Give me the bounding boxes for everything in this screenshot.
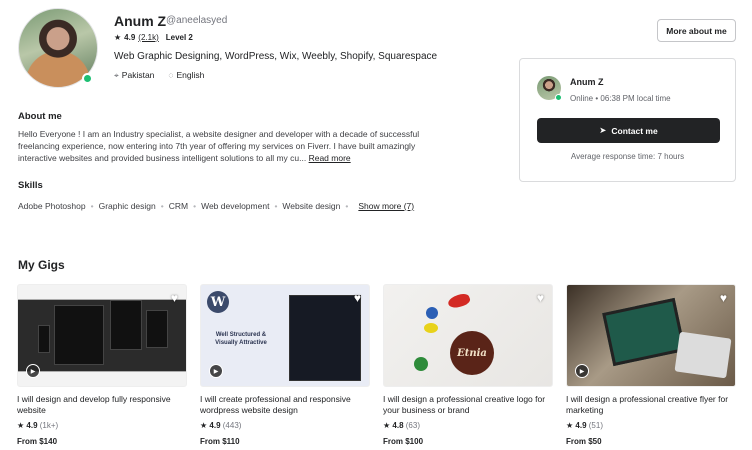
contact-status: Online • 06:38 PM local time (570, 94, 671, 103)
profile-meta: ⌖ Pakistan ◌ English (114, 70, 204, 81)
show-more-skills-link[interactable]: Show more (7) (358, 201, 414, 211)
profile-tagline: Web Graphic Designing, WordPress, Wix, W… (114, 51, 438, 62)
skill-item[interactable]: Graphic design (99, 201, 156, 211)
seller-level: Level 2 (165, 33, 193, 42)
speech-bubble-icon: ◌ (168, 70, 174, 80)
gig-price: From $140 (17, 437, 58, 446)
contact-name: Anum Z (570, 77, 604, 87)
heart-icon[interactable]: ♥ (720, 291, 727, 305)
skills-list: Adobe Photoshop • Graphic design • CRM • We… (18, 201, 414, 211)
thumb-caption: Well Structured & Visually Attractive (215, 332, 267, 346)
star-icon: ★ (200, 421, 208, 430)
gigs-title: My Gigs (18, 258, 65, 272)
skill-item[interactable]: CRM (169, 201, 188, 211)
skills-title: Skills (18, 180, 43, 191)
gig-title[interactable]: I will design and develop fully responsi… (17, 394, 187, 416)
gig-thumbnail[interactable]: ♥ ▶ (566, 284, 736, 387)
gig-title[interactable]: I will design a professional creative fl… (566, 394, 736, 416)
gig-thumbnail[interactable]: Etnia ♥ (383, 284, 553, 387)
more-about-me-button[interactable]: More about me (657, 19, 736, 42)
star-icon: ★ (383, 421, 391, 430)
separator: • (193, 201, 197, 211)
skill-item[interactable]: Web development (201, 201, 269, 211)
gig-price: From $50 (566, 437, 602, 446)
play-icon[interactable]: ▶ (26, 364, 40, 378)
gig-rating: ★ 4.9 (1k+) (17, 421, 59, 430)
gig-rating: ★ 4.8 (63) (383, 421, 420, 430)
map-pin-icon: ⌖ (114, 70, 119, 80)
contact-card: Anum Z Online • 06:38 PM local time ➤ Co… (519, 58, 736, 182)
heart-icon[interactable]: ♥ (171, 291, 178, 305)
about-title: About me (18, 111, 62, 122)
read-more-link[interactable]: Read more (309, 153, 351, 163)
star-icon: ★ (114, 33, 122, 42)
separator: • (345, 201, 349, 211)
contact-me-button[interactable]: ➤ Contact me (537, 118, 720, 143)
heart-icon[interactable]: ♥ (354, 291, 361, 305)
gig-rating: ★ 4.9 (443) (200, 421, 242, 430)
send-icon: ➤ (599, 125, 607, 135)
heart-icon[interactable]: ♥ (537, 291, 544, 305)
about-body: Hello Everyone ! I am an Industry specia… (18, 129, 420, 163)
skill-item[interactable]: Adobe Photoshop (18, 201, 86, 211)
online-status-dot (82, 73, 93, 84)
gig-price: From $100 (383, 437, 424, 446)
skill-item[interactable]: Website design (282, 201, 340, 211)
star-icon: ★ (566, 421, 574, 430)
rating-count[interactable]: (2.1k) (138, 33, 158, 42)
gig-thumbnail[interactable]: ♥ ▶ (17, 284, 187, 387)
location: ⌖ Pakistan (114, 70, 155, 80)
separator: • (160, 201, 164, 211)
gig-rating: ★ 4.9 (51) (566, 421, 603, 430)
contact-me-label: Contact me (611, 125, 658, 136)
gig-card[interactable]: W Well Structured & Visually Attractive … (200, 284, 370, 446)
separator: • (90, 201, 94, 211)
play-icon[interactable]: ▶ (209, 364, 223, 378)
star-icon: ★ (17, 421, 25, 430)
separator: • (274, 201, 278, 211)
about-text: Hello Everyone ! I am an Industry specia… (18, 128, 438, 164)
gig-title[interactable]: I will design a professional creative lo… (383, 394, 553, 416)
gig-card[interactable]: ♥ ▶ I will design and develop fully resp… (17, 284, 187, 446)
profile-rating: ★ 4.9 (2.1k) Level 2 (114, 33, 193, 42)
profile-name[interactable]: Anum Z (114, 13, 166, 29)
gig-title[interactable]: I will create professional and responsiv… (200, 394, 370, 416)
profile-handle: @aneelasyed (166, 15, 228, 26)
gig-card[interactable]: ♥ ▶ I will design a professional creativ… (566, 284, 736, 446)
language: ◌ English (168, 70, 205, 80)
gig-price: From $110 (200, 437, 240, 446)
thumb-logo: Etnia (450, 331, 494, 375)
online-status-dot-small (555, 94, 562, 101)
response-time: Average response time: 7 hours (570, 152, 685, 161)
rating-value: 4.9 (124, 33, 136, 42)
play-icon[interactable]: ▶ (575, 364, 589, 378)
gig-card[interactable]: Etnia ♥ I will design a professional cre… (383, 284, 553, 446)
gig-thumbnail[interactable]: W Well Structured & Visually Attractive … (200, 284, 370, 387)
